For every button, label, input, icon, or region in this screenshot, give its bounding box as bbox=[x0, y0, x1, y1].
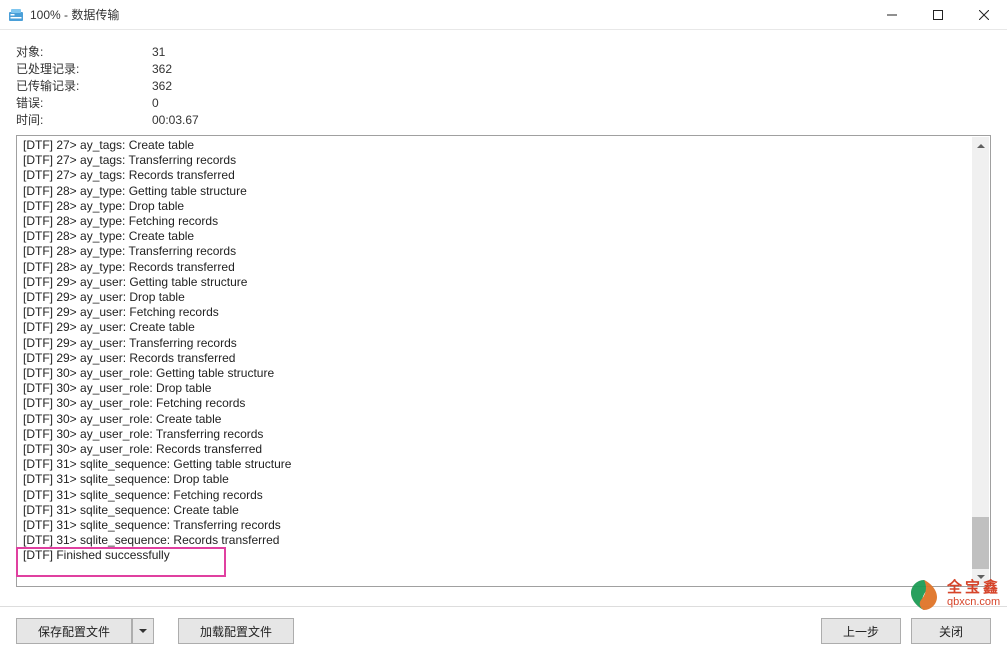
window-controls bbox=[869, 0, 1007, 29]
log-line: [DTF] 27> ay_tags: Records transferred bbox=[23, 168, 984, 183]
log-line: [DTF] 28> ay_type: Transferring records bbox=[23, 244, 984, 259]
log-line: [DTF] 30> ay_user_role: Drop table bbox=[23, 381, 984, 396]
log-line: [DTF] 30> ay_user_role: Fetching records bbox=[23, 396, 984, 411]
log-line: [DTF] 28> ay_type: Getting table structu… bbox=[23, 184, 984, 199]
log-line: [DTF] 31> sqlite_sequence: Drop table bbox=[23, 472, 984, 487]
log-text[interactable]: [DTF] 27> ay_tags: Create table[DTF] 27>… bbox=[17, 136, 990, 586]
stats-value: 362 bbox=[152, 78, 172, 95]
log-line: [DTF] 28> ay_type: Drop table bbox=[23, 199, 984, 214]
save-profile-dropdown-button[interactable] bbox=[132, 618, 154, 644]
log-line: [DTF] 28> ay_type: Records transferred bbox=[23, 260, 984, 275]
stats-row-errors: 错误: 0 bbox=[16, 95, 991, 112]
stats-label: 错误: bbox=[16, 95, 152, 112]
scroll-thumb[interactable] bbox=[972, 517, 989, 569]
close-window-button[interactable] bbox=[961, 0, 1007, 29]
log-line: [DTF] 31> sqlite_sequence: Create table bbox=[23, 503, 984, 518]
stats-row-processed: 已处理记录: 362 bbox=[16, 61, 991, 78]
previous-step-button[interactable]: 上一步 bbox=[821, 618, 901, 644]
app-icon bbox=[8, 7, 24, 23]
log-line: [DTF] 28> ay_type: Fetching records bbox=[23, 214, 984, 229]
log-line: [DTF] 29> ay_user: Records transferred bbox=[23, 351, 984, 366]
log-line: [DTF] 30> ay_user_role: Create table bbox=[23, 412, 984, 427]
stats-label: 时间: bbox=[16, 112, 152, 129]
log-line: [DTF] 31> sqlite_sequence: Fetching reco… bbox=[23, 488, 984, 503]
log-line: [DTF] 30> ay_user_role: Getting table st… bbox=[23, 366, 984, 381]
maximize-button[interactable] bbox=[915, 0, 961, 29]
scroll-up-icon[interactable] bbox=[972, 137, 989, 154]
log-line: [DTF] Finished successfully bbox=[23, 548, 984, 563]
stats-value: 31 bbox=[152, 44, 165, 61]
log-panel: [DTF] 27> ay_tags: Create table[DTF] 27>… bbox=[16, 135, 991, 587]
stats-label: 对象: bbox=[16, 44, 152, 61]
stats-label: 已处理记录: bbox=[16, 61, 152, 78]
separator bbox=[0, 606, 1007, 607]
stats-value: 0 bbox=[152, 95, 159, 112]
stats-row-transferred: 已传输记录: 362 bbox=[16, 78, 991, 95]
load-profile-button[interactable]: 加载配置文件 bbox=[178, 618, 294, 644]
close-button[interactable]: 关闭 bbox=[911, 618, 991, 644]
content-area: 对象: 31 已处理记录: 362 已传输记录: 362 错误: 0 时间: 0… bbox=[0, 30, 1007, 587]
log-line: [DTF] 29> ay_user: Getting table structu… bbox=[23, 275, 984, 290]
button-bar: 保存配置文件 加载配置文件 上一步 关闭 bbox=[0, 608, 1007, 654]
stats-row-objects: 对象: 31 bbox=[16, 44, 991, 61]
scrollbar[interactable] bbox=[972, 137, 989, 585]
stats-table: 对象: 31 已处理记录: 362 已传输记录: 362 错误: 0 时间: 0… bbox=[16, 44, 991, 129]
log-line: [DTF] 29> ay_user: Drop table bbox=[23, 290, 984, 305]
log-line: [DTF] 27> ay_tags: Create table bbox=[23, 138, 984, 153]
window-title: 100% - 数据传输 bbox=[30, 6, 869, 23]
log-line: [DTF] 31> sqlite_sequence: Records trans… bbox=[23, 533, 984, 548]
log-line: [DTF] 31> sqlite_sequence: Transferring … bbox=[23, 518, 984, 533]
log-line: [DTF] 29> ay_user: Create table bbox=[23, 320, 984, 335]
log-line: [DTF] 27> ay_tags: Transferring records bbox=[23, 153, 984, 168]
log-line: [DTF] 29> ay_user: Transferring records bbox=[23, 336, 984, 351]
log-line: [DTF] 31> sqlite_sequence: Getting table… bbox=[23, 457, 984, 472]
stats-value: 362 bbox=[152, 61, 172, 78]
save-profile-button[interactable]: 保存配置文件 bbox=[16, 618, 132, 644]
log-line: [DTF] 30> ay_user_role: Records transfer… bbox=[23, 442, 984, 457]
log-line: [DTF] 28> ay_type: Create table bbox=[23, 229, 984, 244]
log-line: [DTF] 29> ay_user: Fetching records bbox=[23, 305, 984, 320]
minimize-button[interactable] bbox=[869, 0, 915, 29]
stats-row-time: 时间: 00:03.67 bbox=[16, 112, 991, 129]
stats-label: 已传输记录: bbox=[16, 78, 152, 95]
log-line: [DTF] 30> ay_user_role: Transferring rec… bbox=[23, 427, 984, 442]
stats-value: 00:03.67 bbox=[152, 112, 199, 129]
titlebar: 100% - 数据传输 bbox=[0, 0, 1007, 30]
scroll-down-icon[interactable] bbox=[972, 568, 989, 585]
